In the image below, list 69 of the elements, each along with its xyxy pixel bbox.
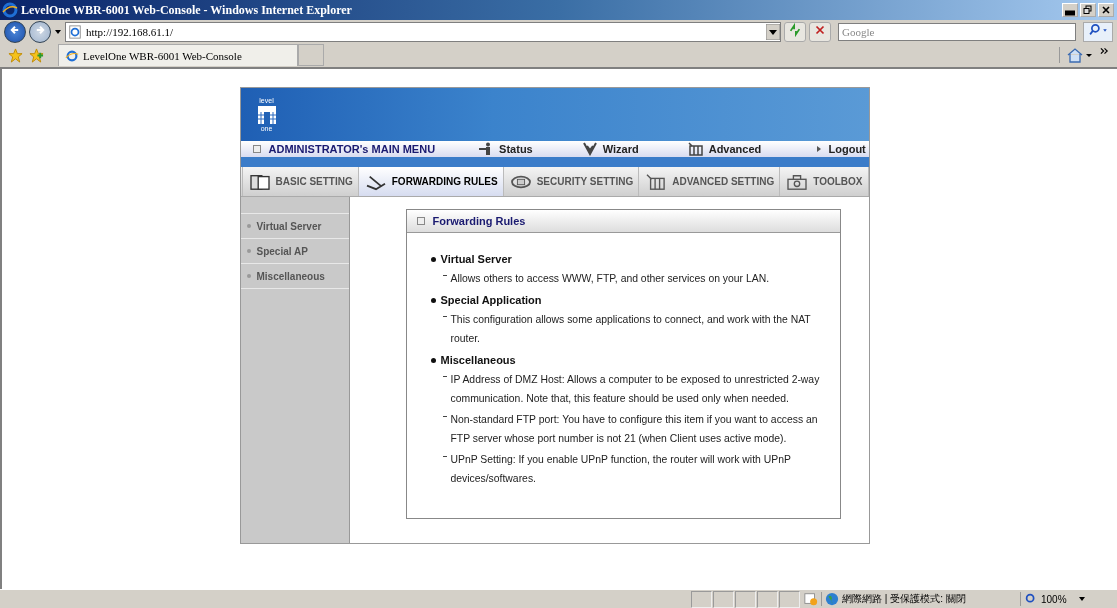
restore-icon (1083, 5, 1093, 15)
favorites-star-icon[interactable] (8, 47, 23, 63)
page-icon (68, 24, 82, 39)
bullet-icon (430, 357, 436, 363)
menu-link[interactable]: Wizard (580, 142, 639, 156)
history-dropdown-icon[interactable] (54, 27, 62, 36)
nav-tab[interactable]: BASIC SETTING (242, 167, 359, 196)
globe-icon (825, 592, 839, 606)
panel-title: Forwarding Rules (432, 215, 526, 227)
popup-warning-icon[interactable] (804, 592, 818, 606)
description-text: Allows others to access WWW, FTP, and other services on your LAN. (450, 272, 770, 286)
status-panel (757, 590, 778, 608)
window-title: LevelOne WBR-6001 Web-Console - Windows Internet Explorer (21, 2, 353, 18)
page-icon (65, 48, 79, 63)
nav-tab[interactable]: SECURITY SETTING (503, 167, 640, 196)
section-heading: Special Application (440, 294, 542, 306)
stop-icon (813, 23, 827, 37)
browser-logo-icon (2, 2, 18, 18)
logout-link[interactable]: Logout (816, 143, 869, 155)
close-button[interactable] (1098, 3, 1114, 17)
section-heading: Virtual Server (440, 253, 512, 265)
description-text: This configuration allows some applications to connect, and work with the NAT router. (450, 313, 812, 346)
chevron-icon[interactable] (1100, 47, 1109, 55)
zoom-control[interactable]: 100% (1020, 592, 1109, 606)
search-field[interactable]: Google (838, 22, 1076, 41)
status-panel (691, 590, 712, 608)
browser-tab[interactable]: LevelOne WBR-6001 Web-Console (58, 44, 298, 66)
dash-icon (442, 416, 447, 417)
arrow-icon (816, 146, 821, 152)
dropdown-arrow-icon (1078, 597, 1085, 601)
main-menu-title: ADMINISTRATOR's MAIN MENU (268, 143, 436, 155)
sidebar-item[interactable]: Special AP (240, 239, 349, 264)
status-panel (735, 590, 756, 608)
menu-link[interactable]: Status (477, 142, 533, 156)
sidebar-item[interactable]: Miscellaneous (240, 264, 349, 289)
refresh-icon (788, 23, 802, 37)
bullet-icon (430, 297, 436, 303)
address-field[interactable]: http://192.168.61.1/ (65, 21, 781, 42)
minimize-button[interactable] (1062, 3, 1078, 17)
dash-icon (442, 456, 447, 457)
section-heading: Miscellaneous (440, 354, 516, 366)
square-icon (252, 145, 261, 153)
tools-icon (686, 142, 705, 156)
menu-link[interactable]: Advanced (686, 142, 762, 156)
close-icon (1101, 5, 1111, 15)
status-panel (713, 590, 734, 608)
description-text: IP Address of DMZ Host: Allows a computer to be exposed to unrestricted 2-way communication. Note that, this feature should be used only when needed. (450, 373, 820, 406)
dash-icon (442, 316, 447, 317)
square-icon (416, 217, 425, 225)
search-button[interactable] (1083, 21, 1113, 42)
stop-button[interactable] (809, 21, 831, 42)
description-text: Non-standard FTP port: You have to configure this item if you want to access an FTP server whose port number is not 21 (when Client uses active mode). (450, 413, 819, 446)
description-text: UPnP Setting: If you enable UPnP function, the router will work with UPnP devices/softwares. (450, 453, 792, 486)
bullet-icon (430, 256, 436, 262)
restore-button[interactable] (1080, 3, 1096, 17)
dash-icon (442, 376, 447, 377)
nav-tab[interactable]: FORWARDING RULES (358, 167, 504, 196)
sidebar-item[interactable]: Virtual Server (240, 214, 349, 239)
folder-icon (247, 172, 272, 191)
dash-icon (442, 275, 447, 276)
home-icon[interactable] (1059, 47, 1094, 63)
status-panel (779, 590, 800, 608)
nav-tab[interactable]: ADVANCED SETTING (639, 167, 781, 196)
nav-tab[interactable]: TOOLBOX (780, 167, 869, 196)
security-zone[interactable]: 網際網路 | 受保護模式: 關閉 (821, 592, 1020, 606)
forward-button[interactable] (29, 20, 51, 43)
search-icon (1087, 23, 1109, 37)
address-dropdown-icon[interactable] (766, 23, 780, 40)
back-button[interactable] (4, 20, 26, 43)
